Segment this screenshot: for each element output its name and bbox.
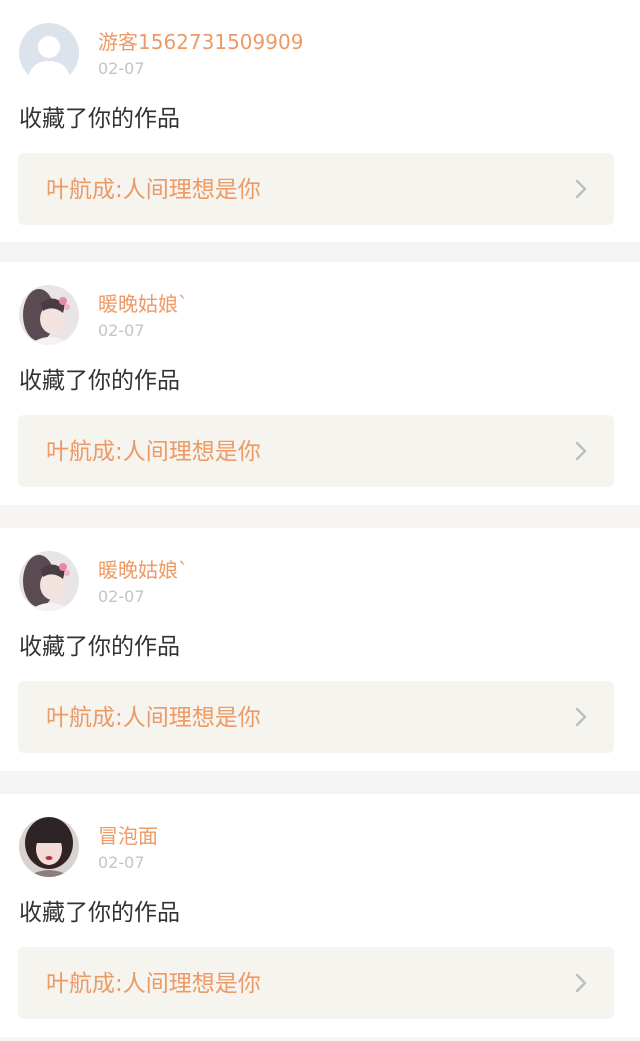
chevron-right-icon — [574, 707, 588, 727]
work-link[interactable]: 叶航成:人间理想是你 — [18, 947, 614, 1019]
action-text: 收藏了你的作品 — [19, 634, 180, 660]
timestamp: 02-07 — [98, 587, 145, 606]
user-photo-avatar — [19, 817, 79, 877]
work-title: 叶航成:人间理想是你 — [46, 177, 261, 203]
chevron-right-icon — [574, 441, 588, 461]
work-link[interactable]: 叶航成:人间理想是你 — [18, 153, 614, 225]
timestamp: 02-07 — [98, 59, 145, 78]
chevron-right-icon — [574, 973, 588, 993]
username[interactable]: 冒泡面 — [98, 823, 158, 849]
username[interactable]: 游客1562731509909 — [98, 29, 303, 55]
user-photo-avatar — [19, 285, 79, 345]
notification-card: 冒泡面 02-07 收藏了你的作品 叶航成:人间理想是你 — [0, 794, 640, 1037]
work-link[interactable]: 叶航成:人间理想是你 — [18, 415, 614, 487]
avatar[interactable] — [19, 23, 79, 83]
timestamp: 02-07 — [98, 853, 145, 872]
chevron-right-icon — [574, 179, 588, 199]
user-photo-avatar — [19, 551, 79, 611]
work-title: 叶航成:人间理想是你 — [46, 971, 261, 997]
notification-card: 游客1562731509909 02-07 收藏了你的作品 叶航成:人间理想是你 — [0, 0, 640, 242]
default-user-icon — [19, 23, 79, 83]
notification-feed: 游客1562731509909 02-07 收藏了你的作品 叶航成:人间理想是你… — [0, 0, 640, 1041]
action-text: 收藏了你的作品 — [19, 368, 180, 394]
work-link[interactable]: 叶航成:人间理想是你 — [18, 681, 614, 753]
username[interactable]: 暖晚姑娘` — [98, 291, 188, 317]
timestamp: 02-07 — [98, 321, 145, 340]
work-title: 叶航成:人间理想是你 — [46, 705, 261, 731]
avatar[interactable] — [19, 817, 79, 877]
notification-card: 暖晚姑娘` 02-07 收藏了你的作品 叶航成:人间理想是你 — [0, 262, 640, 505]
action-text: 收藏了你的作品 — [19, 106, 180, 132]
action-text: 收藏了你的作品 — [19, 900, 180, 926]
avatar[interactable] — [19, 551, 79, 611]
notification-card: 暖晚姑娘` 02-07 收藏了你的作品 叶航成:人间理想是你 — [0, 528, 640, 771]
username[interactable]: 暖晚姑娘` — [98, 557, 188, 583]
avatar[interactable] — [19, 285, 79, 345]
work-title: 叶航成:人间理想是你 — [46, 439, 261, 465]
